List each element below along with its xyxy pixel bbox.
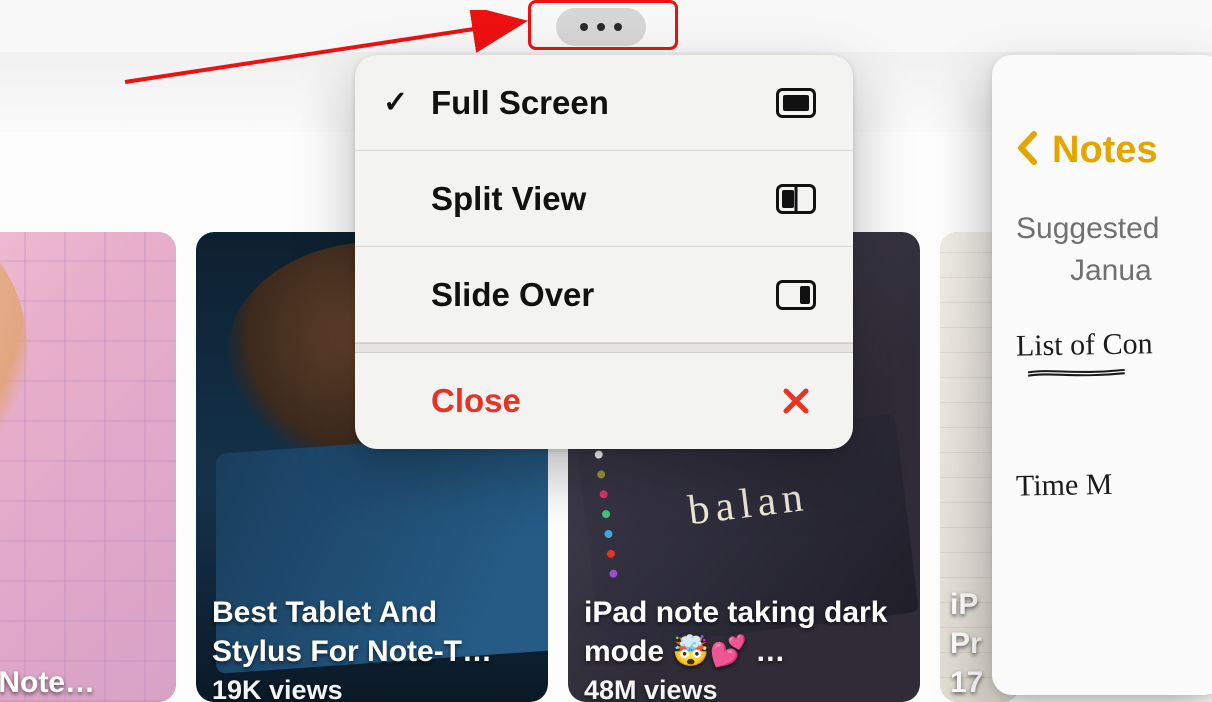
video-views: 19K views — [212, 675, 532, 702]
chevron-left-icon — [1016, 131, 1038, 170]
handwritten-text: List of Con — [1016, 327, 1153, 362]
video-views: 48M views — [584, 675, 904, 702]
notes-suggested-label: Suggested — [1016, 212, 1200, 246]
menu-item-slide-over[interactable]: Slide Over — [355, 247, 853, 343]
notes-slideover-panel[interactable]: Notes Suggested Janua List of Con Time M — [992, 55, 1212, 695]
video-title: Best Tablet And Stylus For Note-T… — [212, 593, 532, 671]
underline-icon — [1016, 366, 1136, 378]
splitview-icon — [775, 183, 817, 215]
multitasking-popover: ✓ Full Screen Split View Slide Over Clos… — [355, 55, 853, 449]
menu-item-label: Close — [431, 382, 775, 420]
menu-item-split-view[interactable]: Split View — [355, 151, 853, 247]
menu-item-full-screen[interactable]: ✓ Full Screen — [355, 55, 853, 151]
handwritten-line: List of Con — [1016, 322, 1201, 377]
menu-item-label: Split View — [431, 180, 775, 218]
close-icon — [775, 385, 817, 417]
dot-icon — [597, 23, 605, 31]
video-title: iPad note taking dark mode 🤯💕 … — [584, 593, 904, 671]
multitasking-ellipsis-button[interactable] — [556, 8, 646, 46]
handwritten-text: Time M — [1016, 468, 1113, 503]
menu-item-label: Slide Over — [431, 276, 775, 314]
video-card[interactable]: es during Heart nally do odNote… — [0, 232, 176, 702]
slideover-icon — [775, 279, 817, 311]
checkmark-icon: ✓ — [383, 85, 431, 120]
video-thumbnail: es during Heart — [0, 232, 176, 702]
dot-icon — [614, 23, 622, 31]
video-meta: Best Tablet And Stylus For Note-T… 19K v… — [212, 593, 532, 702]
video-title: nally do odNote… — [0, 663, 160, 702]
handwritten-line: Time M — [1016, 462, 1201, 507]
menu-separator — [355, 343, 853, 353]
menu-item-label: Full Screen — [431, 84, 775, 122]
menu-item-close[interactable]: Close — [355, 353, 853, 449]
notes-back-button[interactable]: Notes — [1016, 129, 1200, 172]
notes-title-label: Notes — [1052, 129, 1158, 172]
video-meta: nally do odNote… — [0, 663, 160, 702]
dot-icon — [580, 23, 588, 31]
fullscreen-icon — [775, 87, 817, 119]
video-meta: iPad note taking dark mode 🤯💕 … 48M view… — [584, 593, 904, 702]
notes-date-label: Janua — [1070, 254, 1200, 288]
